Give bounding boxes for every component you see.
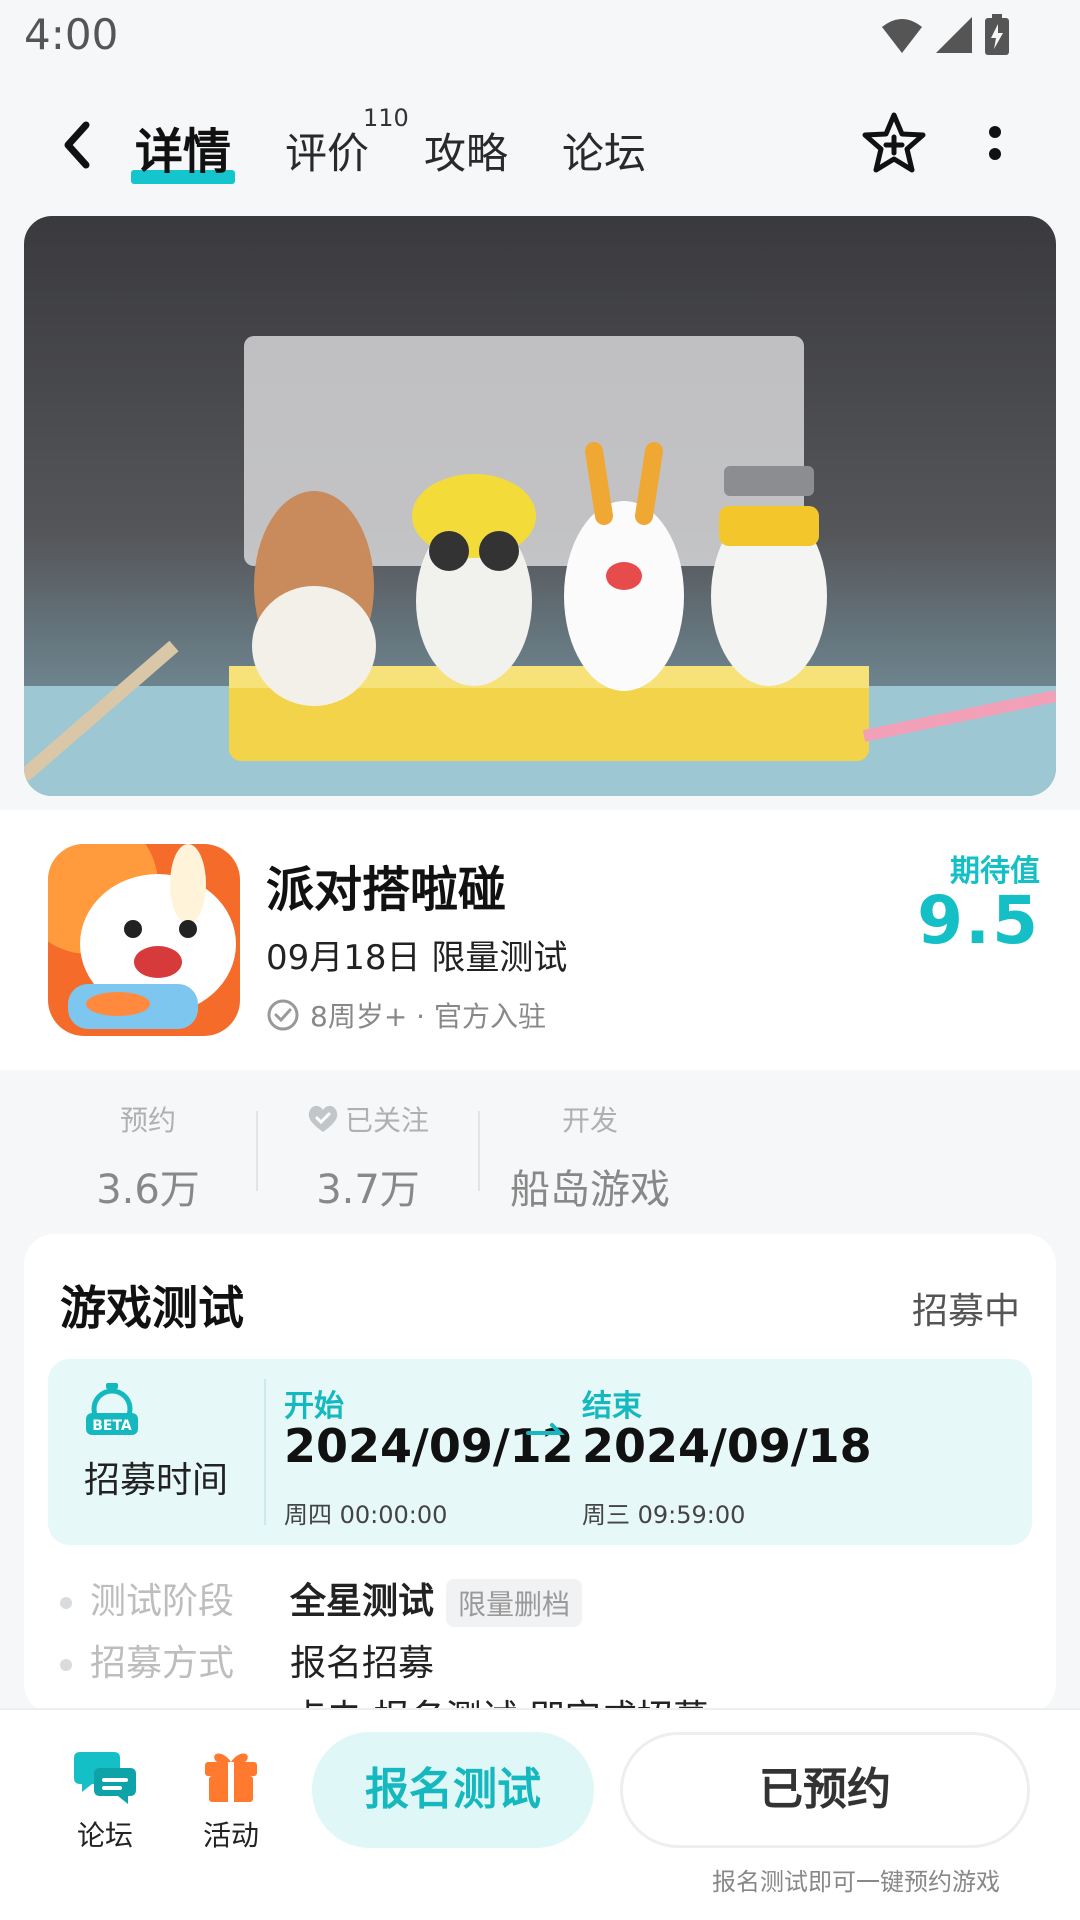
tab-forum[interactable]: 论坛 [562,120,646,181]
end-time: 周三 09:59:00 [582,1501,746,1529]
status-icons [880,14,1010,56]
game-meta: 8周岁+ · 官方入驻 [266,995,546,1035]
game-meta-text: 8周岁+ · 官方入驻 [310,1000,546,1033]
game-test-card: 游戏测试 招募中 BETA 招募时间 开始 2024/09/12 周四 00:0… [24,1234,1056,1739]
svg-text:BETA: BETA [92,1418,132,1434]
signup-test-button[interactable]: 报名测试 [312,1732,594,1848]
row-value: 全星测试 [290,1581,435,1622]
game-title: 派对搭啦碰 [266,862,507,918]
bullet [60,1659,72,1671]
bottom-action-bar: 论坛 活动 报名测试 已预约 报名测试即可一键预约游戏 [0,1708,1080,1920]
stat-value: 船岛游戏 [510,1167,670,1213]
battery-charging-icon [985,14,1009,55]
top-nav: 详情 评价 110 攻略 论坛 [0,80,1080,210]
chat-bubble-icon [74,1752,136,1804]
reviews-count-badge: 110 [363,104,409,132]
start-time: 周四 00:00:00 [284,1501,448,1529]
check-circle-icon [267,999,299,1031]
signal-icon [936,17,972,53]
stat-followers[interactable]: 已关注 3.7万 [298,1099,438,1215]
recruit-time-box: BETA 招募时间 开始 2024/09/12 周四 00:00:00 结束 2… [48,1359,1032,1545]
recruit-time-label: 招募时间 [84,1460,229,1501]
reserved-button[interactable]: 已预约 [620,1732,1030,1848]
back-arrow-icon[interactable] [50,115,110,175]
tab-details[interactable]: 详情 [135,112,231,182]
stats-row: 预约 3.6万 已关注 3.7万 开发 船岛游戏 [0,1071,1080,1231]
divider [264,1379,266,1525]
stat-value: 3.6万 [96,1167,200,1213]
forum-label: 论坛 [76,1819,133,1852]
stat-developer[interactable]: 开发 船岛游戏 [505,1099,675,1215]
arrow-right-icon [526,1423,565,1435]
status-bar: 4:00 [0,0,1080,80]
tab-guides[interactable]: 攻略 [424,120,508,181]
hero-image [24,216,1056,796]
row-key: 招募方式 [90,1643,235,1684]
stat-label: 开发 [561,1104,618,1137]
stat-value: 3.7万 [316,1167,420,1213]
game-info-section: 派对搭啦碰 09月18日 限量测试 8周岁+ · 官方入驻 期待值 9.5 [0,810,1080,1070]
card-title: 游戏测试 [60,1281,244,1335]
game-release-date: 09月18日 限量测试 [266,938,568,978]
tag-chip: 限量删档 [446,1579,583,1627]
test-stage-row: 测试阶段 全星测试 限量删档 [60,1572,583,1627]
stat-label: 预约 [119,1104,176,1137]
forum-button[interactable]: 论坛 [50,1748,160,1854]
tab-reviews[interactable]: 评价 [285,120,369,181]
stat-label: 已关注 [344,1104,429,1137]
divider [256,1111,258,1191]
hero-banner[interactable] [24,216,1056,796]
bullet [60,1597,72,1609]
more-vertical-icon[interactable] [980,122,1010,172]
stat-reservations: 预约 3.6万 [88,1099,208,1215]
divider [478,1111,480,1191]
wifi-icon [882,19,922,53]
recruit-method-row: 招募方式 报名招募 [60,1634,434,1686]
beta-timer-icon: BETA [86,1383,138,1435]
end-date: 2024/09/18 [582,1419,872,1473]
activity-label: 活动 [202,1819,259,1852]
game-app-icon [48,844,240,1036]
activity-button[interactable]: 活动 [176,1748,286,1854]
expectation-score: 9.5 [917,882,1040,959]
status-time: 4:00 [24,10,119,59]
signup-hint: 报名测试即可一键预约游戏 [712,1868,1000,1896]
heart-check-icon [308,1105,338,1132]
gift-icon [205,1753,257,1802]
row-key: 测试阶段 [90,1581,235,1622]
recruit-status: 招募中 [911,1291,1020,1332]
star-plus-icon[interactable] [860,110,928,178]
row-value: 报名招募 [290,1643,435,1684]
game-logo-image [48,844,240,1036]
